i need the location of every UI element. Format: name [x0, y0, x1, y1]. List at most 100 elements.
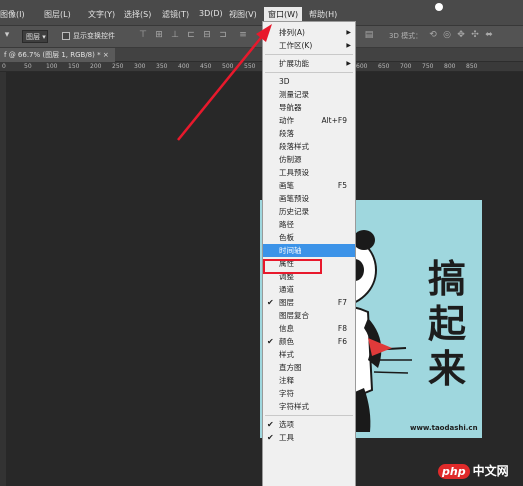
menu-item-label: 段落样式 [279, 142, 309, 151]
menu-help[interactable]: 帮助(H) [309, 9, 337, 20]
menu-item[interactable]: 字符 [263, 387, 355, 400]
scale-3d-icon[interactable]: ⬌ [484, 30, 494, 41]
auto-select-dropdown[interactable]: 图层 ▾ [22, 30, 48, 43]
ruler-label: 100 [46, 63, 58, 70]
menu-layer[interactable]: 图层(L) [44, 9, 71, 20]
rotate-3d-icon[interactable]: ⟲ [428, 30, 438, 41]
menu-item[interactable]: 路径 [263, 218, 355, 231]
show-transform-label: 显示变换控件 [73, 32, 115, 40]
watermark-php: php [438, 464, 470, 479]
window-menu-dropdown: 排列(A) ▶ 工作区(K) ▶ 扩展功能 ▶ 3D 测量记录 导航器 动作 Alt+F9 段落段落样… [262, 21, 356, 486]
menu-view[interactable]: 视图(V) [229, 9, 257, 20]
menu-item[interactable]: 通道 [263, 283, 355, 296]
menu-item[interactable]: ✔ 工具 [263, 431, 355, 444]
ruler-label: 650 [378, 63, 390, 70]
menu-item[interactable]: 工具预设 [263, 166, 355, 179]
menu-item[interactable]: 段落 [263, 127, 355, 140]
menu-item-shortcut: F5 [337, 181, 347, 190]
art-char: 来 [428, 346, 467, 391]
drag-3d-icon[interactable]: ✥ [456, 30, 466, 41]
menu-item[interactable]: ✔ 图层 F7 [263, 296, 355, 309]
menu-item-label: 3D [279, 77, 290, 86]
menu-3d[interactable]: 3D(D) [199, 9, 223, 18]
ruler-label: 0 [2, 63, 6, 70]
menu-item[interactable]: 仿制源 [263, 153, 355, 166]
ruler-label: 200 [90, 63, 102, 70]
menu-filter[interactable]: 滤镜(T) [162, 9, 189, 20]
ruler-label: 350 [156, 63, 168, 70]
menu-separator [265, 415, 353, 416]
menu-item[interactable]: 工作区(K) ▶ [263, 39, 355, 52]
document-tab[interactable]: f @ 66.7% (图层 1, RGB/8) * × [0, 48, 115, 62]
submenu-arrow-icon: ▶ [346, 42, 351, 49]
menu-item[interactable]: 图层复合 [263, 309, 355, 322]
art-char: 起 [428, 301, 467, 346]
menu-item[interactable]: ✔ 颜色 F6 [263, 335, 355, 348]
menu-item-label: 路径 [279, 220, 294, 229]
distribute-icon[interactable]: ≡ [238, 30, 248, 41]
menu-item[interactable]: 色板 [263, 231, 355, 244]
menu-item[interactable]: 字符样式 [263, 400, 355, 413]
mode-3d-label: 3D 模式： [389, 32, 423, 40]
ruler-label: 750 [422, 63, 434, 70]
indicator-dot [435, 3, 443, 11]
menu-item-label: 仿制源 [279, 155, 302, 164]
menu-item[interactable]: 历史记录 [263, 205, 355, 218]
menu-item-label: 字符 [279, 389, 294, 398]
submenu-arrow-icon: ▶ [346, 60, 351, 67]
menu-item-label: 选项 [279, 420, 294, 429]
menu-item[interactable]: 时间轴 [263, 244, 355, 257]
menu-item-shortcut: Alt+F9 [321, 116, 347, 125]
menu-separator [265, 54, 353, 55]
menu-window[interactable]: 窗口(W) [264, 7, 303, 22]
submenu-arrow-icon: ▶ [346, 29, 351, 36]
align-top-icon[interactable]: ⊤ [138, 30, 148, 41]
menu-item-shortcut: F6 [337, 337, 347, 346]
align-right-icon[interactable]: ⊐ [218, 30, 228, 41]
align-bottom-icon[interactable]: ⊥ [170, 30, 180, 41]
move-tool-icon[interactable]: ▾ [2, 30, 12, 41]
menu-select[interactable]: 选择(S) [124, 9, 151, 20]
menu-item-shortcut: F7 [337, 298, 347, 307]
timeline-highlight-box [263, 259, 322, 274]
ruler-label: 600 [356, 63, 368, 70]
menu-item-label: 图层 [279, 298, 294, 307]
roll-3d-icon[interactable]: ◎ [442, 30, 452, 41]
align-left-icon[interactable]: ⊏ [186, 30, 196, 41]
menu-item-label: 段落 [279, 129, 294, 138]
ruler-label: 400 [178, 63, 190, 70]
slide-3d-icon[interactable]: ✣ [470, 30, 480, 41]
ruler-label: 500 [222, 63, 234, 70]
align-vcenter-icon[interactable]: ⊞ [154, 30, 164, 41]
ruler-label: 250 [112, 63, 124, 70]
ruler-label: 850 [466, 63, 478, 70]
menu-item[interactable]: 排列(A) ▶ [263, 26, 355, 39]
art-url: www.taodashi.cn [410, 424, 478, 432]
menu-item[interactable]: 直方图 [263, 361, 355, 374]
ruler-label: 300 [134, 63, 146, 70]
menu-item[interactable]: 测量记录 [263, 88, 355, 101]
menu-item-label: 通道 [279, 285, 294, 294]
menu-item[interactable]: 信息 F8 [263, 322, 355, 335]
menu-item[interactable]: 画笔 F5 [263, 179, 355, 192]
watermark-site: 中文网 [472, 464, 509, 478]
menu-item[interactable]: 画笔预设 [263, 192, 355, 205]
menu-image[interactable]: 图像(I) [0, 9, 25, 20]
menu-item[interactable]: 段落样式 [263, 140, 355, 153]
show-transform-checkbox[interactable] [62, 32, 70, 40]
menu-item[interactable]: 导航器 [263, 101, 355, 114]
menu-item-label: 样式 [279, 350, 294, 359]
menu-item[interactable]: 样式 [263, 348, 355, 361]
ruler-label: 150 [68, 63, 80, 70]
menu-item[interactable]: 3D [263, 75, 355, 88]
menu-item[interactable]: 注释 [263, 374, 355, 387]
auto-align-icon[interactable]: ▤ [364, 30, 374, 41]
menu-item-label: 图层复合 [279, 311, 309, 320]
align-hcenter-icon[interactable]: ⊟ [202, 30, 212, 41]
menu-item[interactable]: 扩展功能 ▶ [263, 57, 355, 70]
menu-item-label: 字符样式 [279, 402, 309, 411]
menu-item-label: 扩展功能 [279, 59, 309, 68]
menu-item[interactable]: ✔ 选项 [263, 418, 355, 431]
menu-item[interactable]: 动作 Alt+F9 [263, 114, 355, 127]
menu-type[interactable]: 文字(Y) [88, 9, 115, 20]
